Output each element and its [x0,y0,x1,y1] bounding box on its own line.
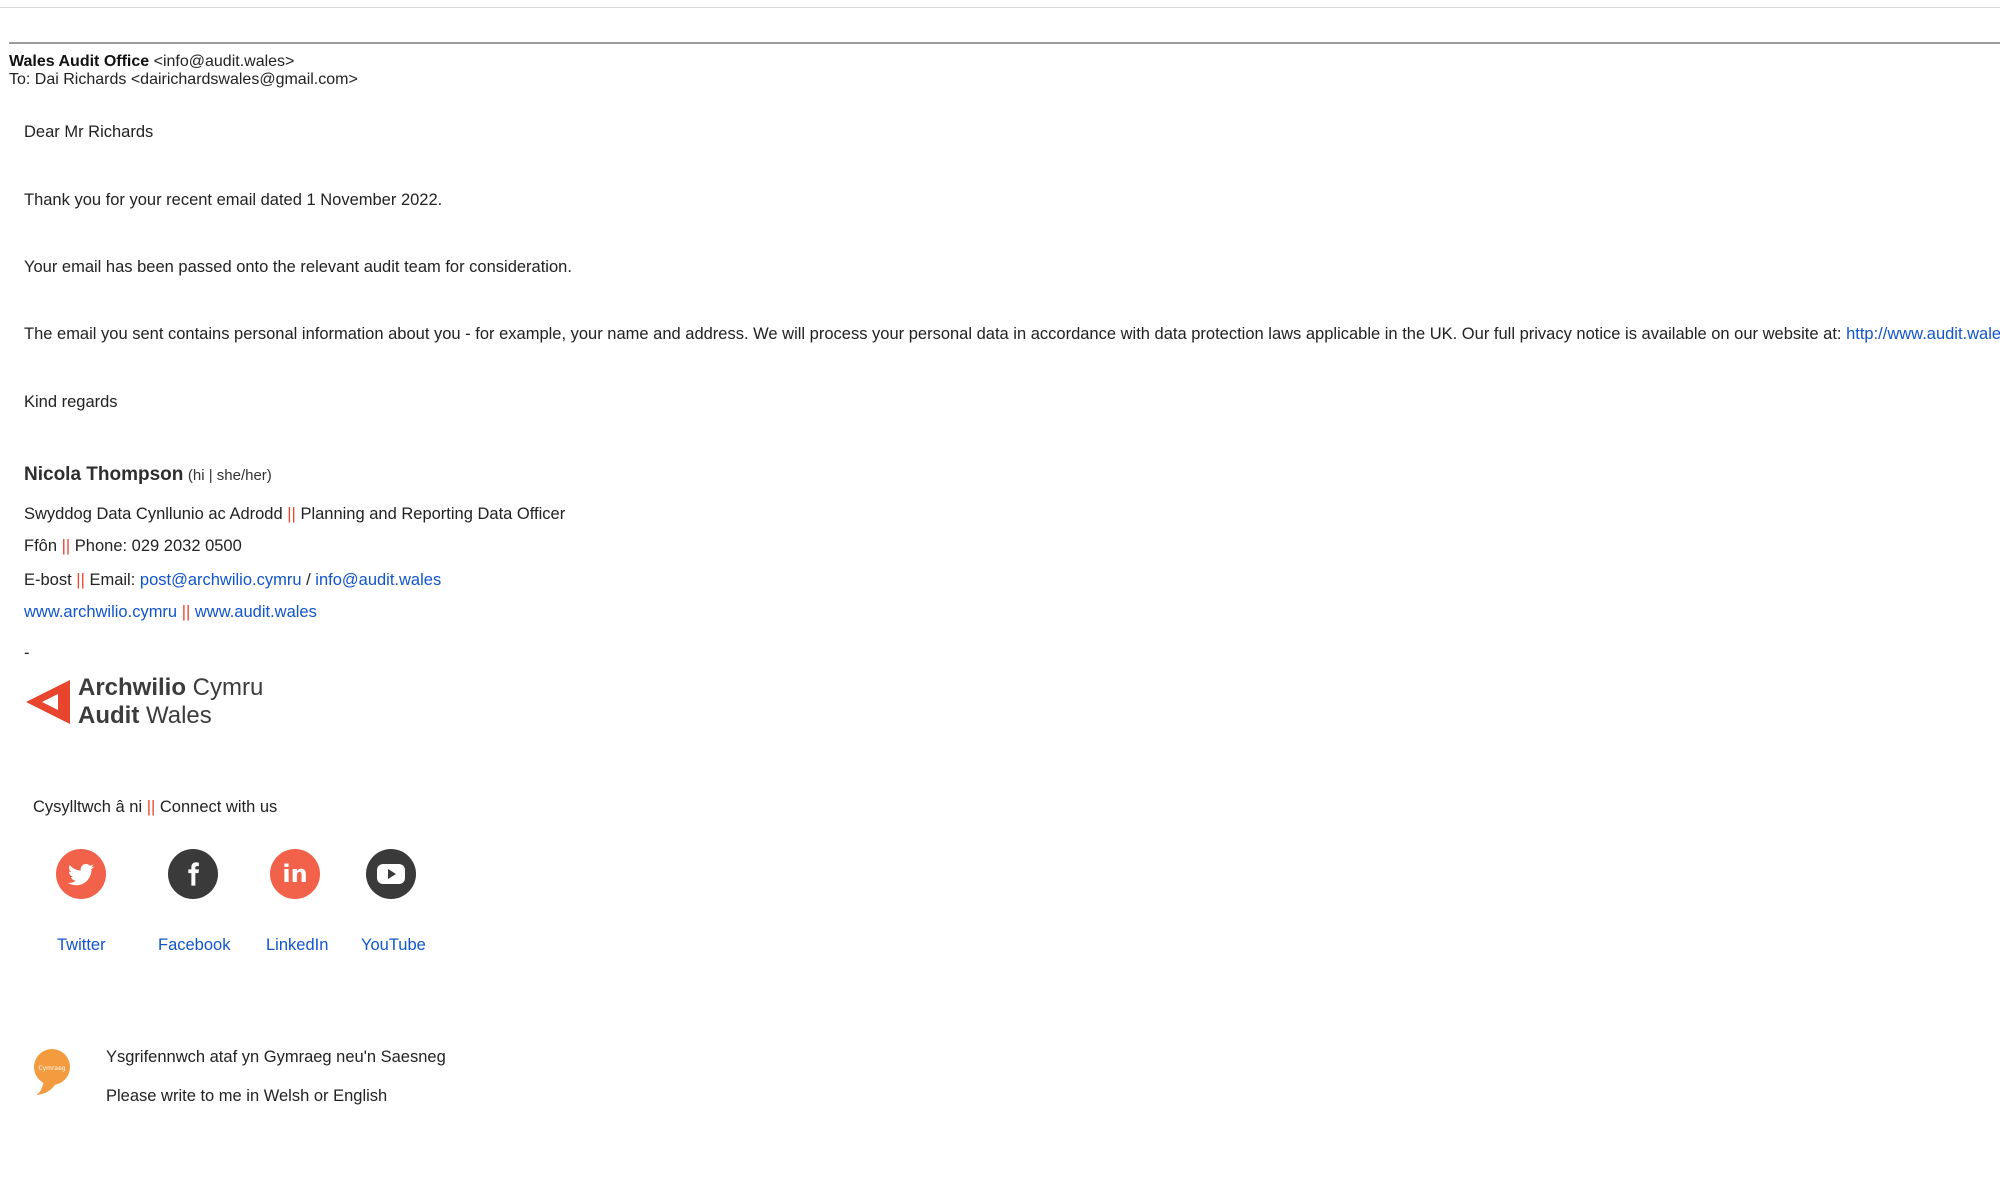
closing: Kind regards [24,393,118,411]
phone-number: Phone: 029 2032 0500 [74,537,242,555]
signature-name: Nicola Thompson [24,464,184,485]
email-link-audit-wales[interactable]: info@audit.wales [315,571,441,589]
top-divider [0,7,2000,8]
sender-name: Wales Audit Office [9,53,150,70]
audit-wales-logo: Archwilio Cymru Audit Wales [24,672,264,734]
separator: || [76,571,85,589]
signature-websites: www.archwilio.cymru || www.audit.wales [24,603,317,622]
email-to: To: Dai Richards <dairichardswales@gmail… [9,71,358,88]
sender-address: <info@audit.wales> [153,53,295,70]
privacy-text: The email you sent contains personal inf… [24,325,1847,343]
separator: || [287,505,296,523]
twitter-link[interactable]: Twitter [57,936,106,955]
logo-line-1: Archwilio Cymru [78,674,264,701]
signature-email: E-bost || Email: post@archwilio.cymru / … [24,571,441,590]
twitter-icon[interactable] [56,849,106,899]
welsh-note-line-1: Ysgrifennwch ataf yn Gymraeg neu'n Saesn… [106,1048,446,1066]
website-link-archwilio[interactable]: www.archwilio.cymru [24,603,177,621]
phone-label-welsh: Ffôn [24,537,58,555]
email-label-english: Email: [89,571,136,589]
signature-pronouns: (hi | she/her) [187,467,272,484]
logo-line-2: Audit Wales [78,702,212,729]
title-welsh: Swyddog Data Cynllunio ac Adrodd [24,505,283,523]
website-link-audit-wales[interactable]: www.audit.wales [195,603,317,621]
email-from: Wales Audit Office <info@audit.wales> [9,53,294,71]
welsh-note-line-2: Please write to me in Welsh or English [106,1087,388,1105]
logo-mark-icon [26,680,70,724]
email-label-welsh: E-bost [24,571,72,589]
separator: || [181,603,191,621]
header-divider [9,42,2000,44]
linkedin-link[interactable]: LinkedIn [266,936,328,955]
signature-title: Swyddog Data Cynllunio ac Adrodd || Plan… [24,505,565,524]
separator: || [146,798,156,816]
signature-name-line: Nicola Thompson (hi | she/her) [24,464,272,486]
separator: || [61,537,71,555]
connect-heading: Cysylltwch â ni || Connect with us [33,798,277,817]
signature-dash: - [24,644,30,662]
facebook-link[interactable]: Facebook [158,936,230,955]
body-paragraph-3: The email you sent contains personal inf… [24,325,2000,344]
connect-label-english: Connect with us [159,798,278,816]
title-english: Planning and Reporting Data Officer [300,505,566,523]
email-link-archwilio[interactable]: post@archwilio.cymru [140,571,302,589]
facebook-icon[interactable] [168,849,218,899]
youtube-link[interactable]: YouTube [361,936,426,955]
linkedin-icon[interactable]: in [270,849,320,899]
connect-label-welsh: Cysylltwch â ni [33,798,143,816]
greeting: Dear Mr Richards [24,123,154,141]
privacy-link[interactable]: http://www.audit.wales [1846,325,2000,343]
email-slash: / [306,571,311,589]
body-paragraph-1: Thank you for your recent email dated 1 … [24,191,443,209]
signature-phone: Ffôn || Phone: 029 2032 0500 [24,537,242,556]
speech-bubble-icon: Cymraeg [32,1048,72,1098]
body-paragraph-2: Your email has been passed onto the rele… [24,258,572,276]
truncated-text: ~ [60,0,69,7]
youtube-icon[interactable] [366,849,416,899]
svg-text:Cymraeg: Cymraeg [38,1065,65,1072]
